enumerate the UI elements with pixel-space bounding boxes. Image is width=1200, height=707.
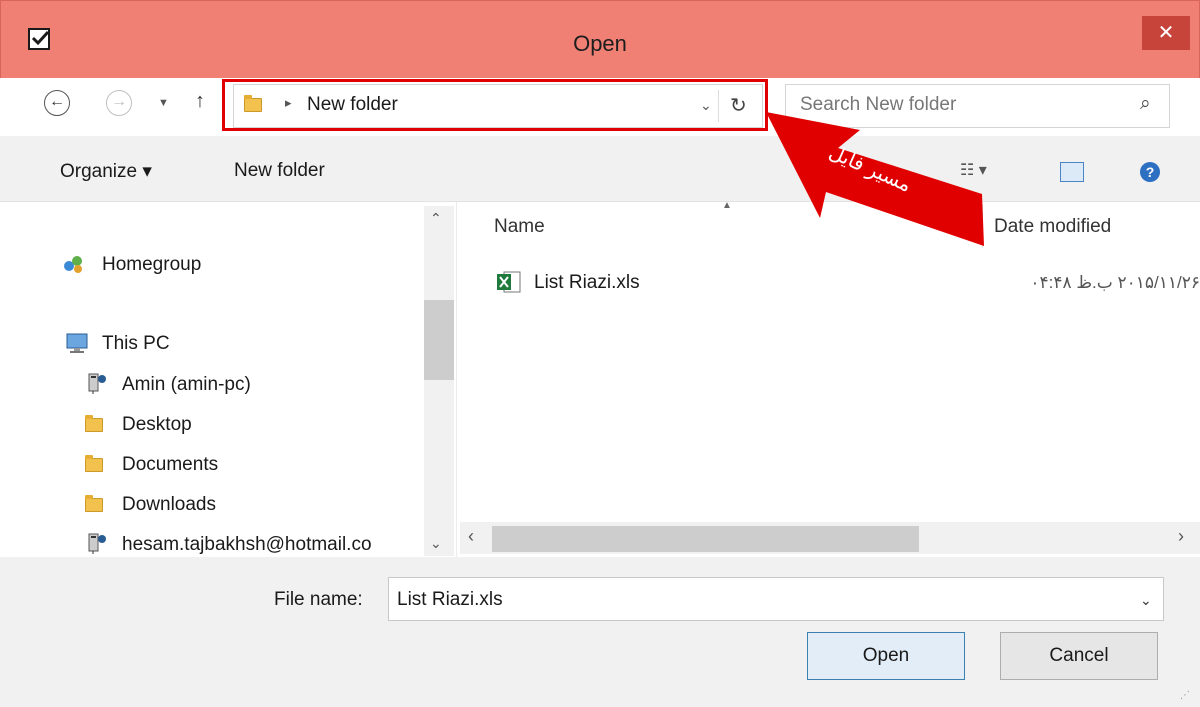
filename-input[interactable] [388,577,1164,621]
documents-folder-icon [85,455,103,472]
nav-scrollbar[interactable] [424,206,454,556]
command-bar [0,136,1200,202]
downloads-folder-icon [85,495,103,512]
back-arrow-icon: ← [49,93,65,110]
search-icon[interactable]: ⌕ [1140,93,1151,115]
excel-file-icon [496,270,522,294]
scroll-left-icon[interactable]: ‹ [468,526,474,547]
preview-pane-icon[interactable] [1060,162,1084,182]
sort-ascending-icon: ▲ [722,200,732,211]
network-drive-icon [86,373,108,394]
back-button[interactable]: ← [44,90,70,116]
forward-button[interactable]: → [106,90,132,116]
cancel-button[interactable]: Cancel [1000,632,1158,680]
resize-grip-icon[interactable]: ⋰ [1180,690,1190,701]
filename-label: File name: [274,589,363,610]
new-folder-button[interactable]: New folder [234,160,325,182]
file-row-name[interactable]: List Riazi.xls [534,272,640,294]
scroll-up-icon[interactable]: ⌃ [430,210,442,227]
column-header-name[interactable]: Name [494,216,545,238]
scroll-down-icon[interactable]: ⌄ [430,535,442,552]
forward-arrow-icon: → [111,93,127,110]
recent-locations-dropdown-icon[interactable]: ▼ [158,97,169,109]
filename-value[interactable]: List Riazi.xls [397,589,503,611]
computer-icon [64,333,88,353]
dialog-title: Open [573,31,627,56]
homegroup-icon [62,254,84,274]
file-hscrollbar-thumb[interactable] [492,526,919,552]
organize-menu[interactable]: Organize ▾ [60,160,152,183]
sidebar-item-desktop[interactable]: Desktop [122,414,192,436]
sidebar-item-this-pc[interactable]: This PC [102,333,170,355]
up-arrow-icon[interactable]: ↑ [195,90,205,113]
sidebar-item-hotmail[interactable]: hesam.tajbakhsh@hotmail.co [122,534,372,556]
help-icon[interactable]: ? [1140,162,1160,182]
filename-dropdown-icon[interactable]: ⌄ [1140,592,1152,609]
sidebar-item-homegroup[interactable]: Homegroup [102,254,201,276]
desktop-folder-icon [85,415,103,432]
network-drive-icon [86,533,108,554]
column-header-date-modified[interactable]: Date modified [994,216,1111,238]
close-button[interactable]: ✕ [1142,16,1190,50]
open-button[interactable]: Open [807,632,965,680]
scroll-right-icon[interactable]: › [1178,526,1184,547]
file-row-date: ۲۰۱۵/۱۱/۲۶ ب.ظ ۰۴:۴۸ [1030,273,1200,292]
nav-scrollbar-thumb[interactable] [424,300,454,380]
address-highlight-box [222,79,768,131]
sidebar-item-downloads[interactable]: Downloads [122,494,216,516]
sidebar-item-amin[interactable]: Amin (amin-pc) [122,374,251,396]
sidebar-item-documents[interactable]: Documents [122,454,218,476]
